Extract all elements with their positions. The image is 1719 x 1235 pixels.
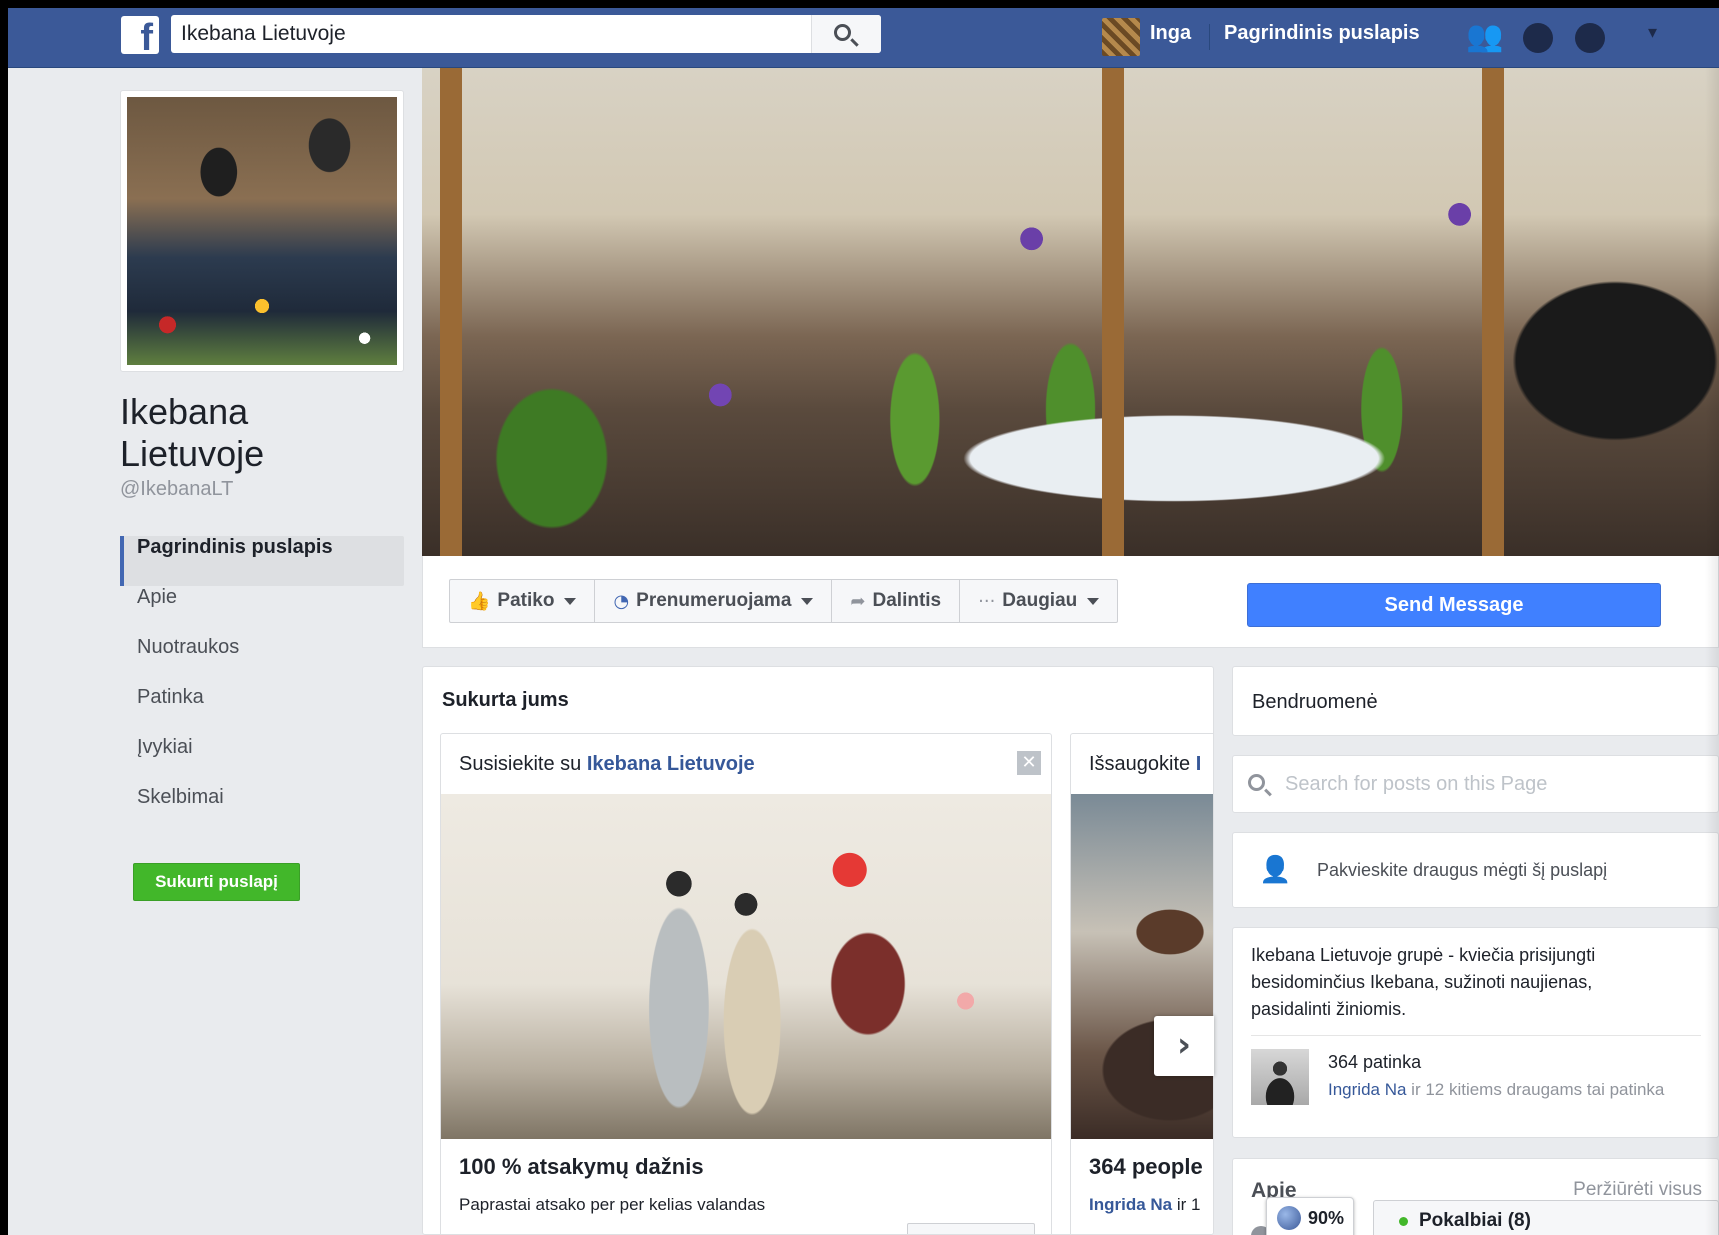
cover-photo-beam [440, 68, 462, 556]
invite-friends-box[interactable]: 👤 Pakvieskite draugus mėgti šį puslapį [1232, 832, 1719, 908]
share-label: Dalintis [872, 590, 942, 611]
cover-photo[interactable] [422, 68, 1719, 556]
chevron-down-icon [564, 597, 577, 605]
globe-icon [1277, 1206, 1301, 1230]
community-box[interactable]: Bendruomenė [1232, 666, 1719, 736]
like-label: Patiko [497, 590, 555, 611]
chat-label: Pokalbiai (8) [1419, 1210, 1531, 1231]
notifications-icon[interactable] [1575, 23, 1605, 53]
chat-sidebar-bar[interactable]: Pokalbiai (8) [1373, 1200, 1719, 1235]
facebook-logo-icon[interactable]: f [121, 16, 159, 54]
search-icon [834, 24, 851, 41]
friend-avatar[interactable] [1251, 1049, 1309, 1105]
thumbs-up-icon: 👍 [468, 590, 491, 612]
user-name-link[interactable]: Inga [1150, 22, 1191, 45]
zoom-indicator[interactable]: 90% [1266, 1197, 1354, 1235]
page-action-bar: 👍 Patiko ◔ Prenumeruojama ➦ Dalintis ···… [422, 556, 1719, 648]
profile-picture[interactable] [120, 90, 404, 372]
more-dots-icon: ··· [978, 590, 996, 612]
likes-friends-rest: ir 12 kitiems draugams tai patinka [1406, 1080, 1665, 1099]
page-description: Ikebana Lietuvoje grupė - kviečia prisij… [1251, 945, 1596, 1019]
search-icon [1248, 774, 1265, 791]
nav-item-events[interactable]: Įvykiai [120, 736, 404, 786]
nav-item-about[interactable]: Apie [120, 586, 404, 636]
share-arrow-icon: ➦ [850, 590, 866, 612]
cover-photo-beam [1102, 68, 1124, 556]
share-button[interactable]: ➦ Dalintis [832, 580, 961, 622]
contact-card: Susisiekite su Ikebana Lietuvoje ✕ 100 %… [440, 733, 1052, 1234]
created-for-you-section: Sukurta jums Susisiekite su Ikebana Liet… [422, 666, 1214, 1235]
page-link[interactable]: I [1196, 753, 1202, 775]
more-label: Daugiau [1002, 590, 1078, 611]
topbar-divider [1209, 24, 1210, 50]
chevron-right-icon[interactable]: › [1154, 1016, 1214, 1076]
friends-rest: ir 1 [1172, 1195, 1201, 1214]
card-photo[interactable] [441, 794, 1051, 1139]
messenger-icon[interactable] [1523, 23, 1553, 53]
nav-item-photos[interactable]: Nuotraukos [120, 636, 404, 686]
post-search-input[interactable] [1285, 768, 1705, 800]
chevron-down-icon [1087, 597, 1100, 605]
more-button[interactable]: ··· Daugiau [960, 580, 1117, 622]
nav-item-home[interactable]: Pagrindinis puslapis [120, 536, 404, 586]
send-message-button[interactable]: Send Message [1247, 583, 1661, 627]
friend-link[interactable]: Ingrida Na [1328, 1080, 1406, 1099]
people-friends: Ingrida Na ir 1 [1089, 1195, 1200, 1215]
cover-photo-beam [1482, 68, 1504, 556]
friend-requests-icon[interactable]: 👥 [1466, 18, 1504, 56]
invite-label: Pakvieskite draugus mėgti šį puslapį [1317, 860, 1608, 880]
people-count: 364 people [1089, 1154, 1203, 1179]
add-friend-icon: 👤 [1259, 855, 1292, 885]
profile-photo [127, 97, 397, 365]
divider [1251, 1035, 1701, 1036]
page-action-buttons: 👍 Patiko ◔ Prenumeruojama ➦ Dalintis ···… [449, 579, 1119, 623]
search-button[interactable] [811, 15, 881, 53]
top-navigation-bar: f Inga Pagrindinis puslapis 👥 ▾ [8, 8, 1719, 68]
facebook-page-screen: f Inga Pagrindinis puslapis 👥 ▾ Ikebana … [8, 8, 1719, 1235]
page-post-search [1232, 755, 1719, 813]
nav-item-likes[interactable]: Patinka [120, 686, 404, 736]
friend-link[interactable]: Ingrida Na [1089, 1195, 1172, 1214]
nav-item-ads[interactable]: Skelbimai [120, 786, 404, 836]
like-button[interactable]: 👍 Patiko [450, 580, 596, 622]
likes-count[interactable]: 364 patinka [1328, 1052, 1421, 1073]
card-action-button[interactable] [907, 1223, 1035, 1234]
follow-label: Prenumeruojama [636, 590, 792, 611]
section-title: Sukurta jums [442, 689, 569, 711]
follow-button[interactable]: ◔ Prenumeruojama [595, 580, 833, 622]
page-title[interactable]: Ikebana Lietuvoje [120, 391, 400, 475]
page-handle: @IkebanaLT [120, 478, 234, 500]
user-avatar[interactable] [1102, 18, 1140, 56]
chevron-down-icon [801, 597, 814, 605]
search-input[interactable] [181, 15, 801, 53]
window-edge [1705, 68, 1719, 1235]
card-heading-prefix: Išsaugokite [1089, 753, 1191, 775]
page-link[interactable]: Ikebana Lietuvoje [587, 753, 755, 775]
global-search [171, 15, 881, 53]
card-heading: Išsaugokite I [1089, 753, 1201, 776]
response-rate: 100 % atsakymų dažnis [459, 1154, 704, 1179]
card-photo[interactable] [1071, 794, 1213, 1139]
close-icon[interactable]: ✕ [1017, 751, 1041, 775]
create-page-button[interactable]: Sukurti puslapį [133, 863, 300, 901]
see-all-link[interactable]: Peržiūrėti visus [1573, 1179, 1702, 1201]
likes-friends: Ingrida Na ir 12 kitiems draugams tai pa… [1328, 1077, 1688, 1102]
settings-icon[interactable]: ▾ [1648, 22, 1657, 43]
page-about-box: Ikebana Lietuvoje grupė - kviečia prisij… [1232, 927, 1719, 1138]
response-time: Paprastai atsako per per kelias valandas [459, 1195, 766, 1214]
community-title: Bendruomenė [1252, 691, 1378, 713]
home-link[interactable]: Pagrindinis puslapis [1224, 22, 1420, 45]
card-heading-prefix: Susisiekite su [459, 753, 582, 775]
page-navigation: Pagrindinis puslapis Apie Nuotraukos Pat… [120, 536, 404, 836]
rss-icon: ◔ [613, 590, 630, 612]
online-status-icon [1399, 1217, 1408, 1226]
save-card: Išsaugokite I 364 people Ingrida Na ir 1 [1070, 733, 1213, 1234]
zoom-level: 90% [1308, 1207, 1345, 1228]
card-heading: Susisiekite su Ikebana Lietuvoje [459, 753, 755, 776]
